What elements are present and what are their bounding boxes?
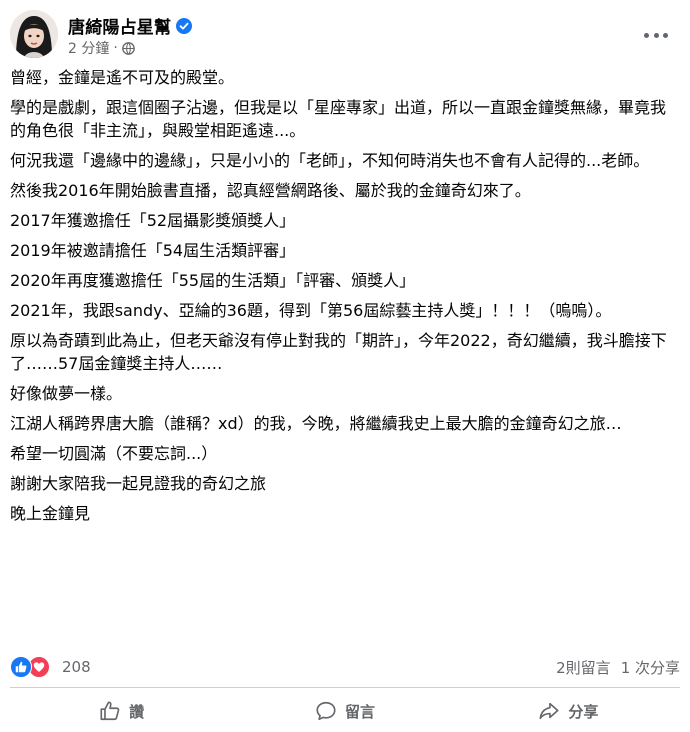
share-arrow-icon xyxy=(539,702,559,720)
post-paragraph: 2019年被邀請擔任「54屆生活類評審」 xyxy=(10,241,296,260)
reaction-icons[interactable] xyxy=(10,656,54,678)
divider xyxy=(10,687,680,688)
more-dot-icon xyxy=(644,32,649,38)
post-paragraph: 曾經，金鐘是遙不可及的殿堂。 xyxy=(10,68,235,87)
post-paragraph: 然後我2016年開始臉書直播，認真經營網路後、屬於我的金鐘奇幻來了。 xyxy=(10,181,531,200)
share-label: 分享 xyxy=(568,702,599,721)
post-paragraph: 晚上金鐘見 xyxy=(10,504,91,523)
reaction-count[interactable]: 208 xyxy=(62,658,91,676)
share-count[interactable]: 1 次分享 xyxy=(621,657,680,678)
comment-count[interactable]: 2則留言 xyxy=(556,657,611,678)
more-dot-icon xyxy=(663,32,668,38)
post-paragraph: 好像做夢一樣。 xyxy=(10,384,123,403)
post-paragraph: 2020年再度獲邀擔任「55屆的生活類」「評審、頒獎人」 xyxy=(10,271,416,290)
public-globe-icon[interactable] xyxy=(121,41,135,55)
like-icon xyxy=(10,656,32,678)
post-paragraph: 2021年，我跟sandy、亞綸的36題，得到「第56屆綜藝主持人獎」！！！（嗚… xyxy=(10,301,612,320)
post-paragraph: 原以為奇蹟到此為止，但老天爺沒有停止對我的「期許」，今年2022，奇幻繼續，我斗… xyxy=(10,331,667,373)
author-name[interactable]: 唐綺陽占星幫 xyxy=(68,13,171,38)
reactions-bar: 208 2則留言 1 次分享 xyxy=(10,655,680,679)
author-avatar[interactable] xyxy=(10,10,58,58)
more-dot-icon xyxy=(653,32,659,38)
like-label: 讚 xyxy=(129,702,145,721)
post-body: 曾經，金鐘是遙不可及的殿堂。 學的是戲劇，跟這個圈子沾邊，但我是以「星座專家」出… xyxy=(10,66,680,532)
facebook-post: 唐綺陽占星幫 2 分鐘 · 曾經，金鐘是遙不可及的殿堂。 學的是戲劇，跟這個圈子… xyxy=(0,0,690,732)
thumbs-up-icon xyxy=(100,701,120,721)
post-header: 唐綺陽占星幫 2 分鐘 · xyxy=(10,10,680,60)
post-paragraph: 江湖人稱跨界唐大膽（誰稱？xd）的我，今晚，將繼續我史上最大膽的金鐘奇幻之旅… xyxy=(10,414,622,433)
like-button[interactable]: 讚 xyxy=(10,694,233,728)
comment-label: 留言 xyxy=(344,702,375,721)
more-options-button[interactable] xyxy=(644,28,668,42)
comment-button[interactable]: 留言 xyxy=(233,694,456,728)
post-actions: 讚 留言 分享 xyxy=(10,694,680,728)
comment-bubble-icon xyxy=(316,701,336,721)
post-paragraph: 希望一切圓滿（不要忘詞...） xyxy=(10,444,218,463)
post-paragraph: 何況我還「邊緣中的邊緣」，只是小小的「老師」，不知何時消失也不會有人記得的...… xyxy=(10,151,650,170)
post-timestamp[interactable]: 2 分鐘 xyxy=(68,38,109,58)
separator-dot: · xyxy=(113,40,118,56)
post-paragraph: 學的是戲劇，跟這個圈子沾邊，但我是以「星座專家」出道，所以一直跟金鐘獎無緣，畢竟… xyxy=(10,98,667,140)
post-paragraph: 謝謝大家陪我一起見證我的奇幻之旅 xyxy=(10,474,267,493)
share-button[interactable]: 分享 xyxy=(457,694,680,728)
verified-badge-icon xyxy=(176,17,193,34)
post-paragraph: 2017年獲邀擔任「52屆攝影獎頒獎人」 xyxy=(10,211,296,230)
